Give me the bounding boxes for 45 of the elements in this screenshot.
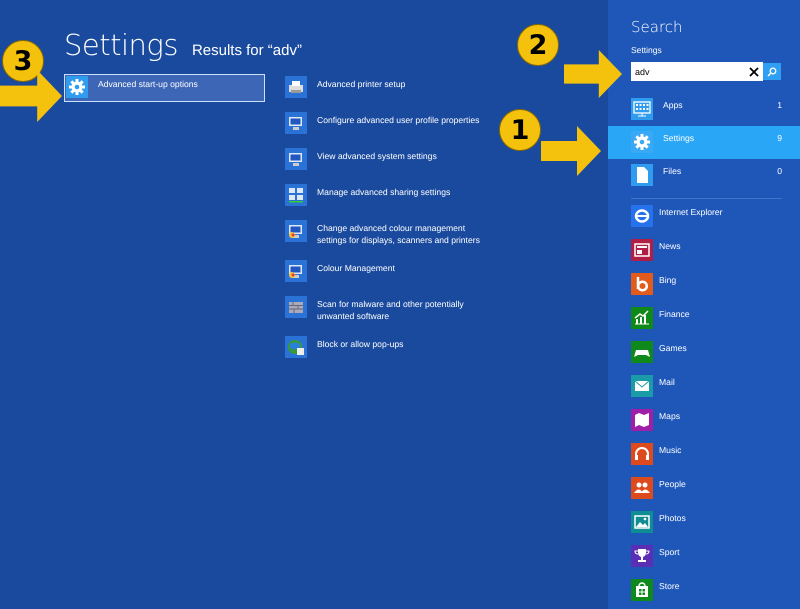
category-item[interactable]: Apps 1 xyxy=(608,93,800,126)
app-item[interactable]: People xyxy=(631,477,782,499)
app-item[interactable]: Sport xyxy=(631,545,782,567)
app-item[interactable]: Maps xyxy=(631,409,782,431)
category-item[interactable]: Files 0 xyxy=(608,159,800,192)
result-item[interactable]: Manage advanced sharing settings xyxy=(283,182,483,208)
app-item[interactable]: Finance xyxy=(631,307,782,329)
app-item[interactable]: Bing xyxy=(631,273,782,295)
colour-monitor-icon xyxy=(285,260,307,282)
result-item[interactable]: Colour Management xyxy=(283,258,483,284)
clear-icon[interactable] xyxy=(747,64,761,78)
arrow-icon xyxy=(541,126,601,176)
result-item[interactable]: Advanced start-up options xyxy=(64,74,265,102)
app-item[interactable]: Store xyxy=(631,579,782,601)
arrow-icon xyxy=(564,50,622,98)
app-item[interactable]: Mail xyxy=(631,375,782,397)
globe-icon xyxy=(285,336,307,358)
document-icon xyxy=(631,164,653,186)
arrow-icon xyxy=(0,70,62,122)
wall-icon xyxy=(285,296,307,318)
settings-icon xyxy=(66,76,88,98)
pane-title: Search xyxy=(631,18,684,36)
search-field[interactable]: adv xyxy=(631,62,763,81)
result-item[interactable]: Advanced printer setup xyxy=(283,74,483,100)
result-item[interactable]: Configure advanced user profile properties xyxy=(283,110,483,136)
monitor-icon xyxy=(285,148,307,170)
result-item[interactable]: Change advanced colour management settings for displays, scanners and printers xyxy=(283,218,483,248)
app-item[interactable]: Photos xyxy=(631,511,782,533)
search-icon xyxy=(767,66,777,76)
keyboard-icon xyxy=(631,98,653,120)
results-caption: Results for “adv” xyxy=(192,42,302,59)
settings-icon xyxy=(631,131,653,153)
app-item[interactable]: Games xyxy=(631,341,782,363)
app-item[interactable]: Internet Explorer xyxy=(631,205,782,227)
page-title: Settings xyxy=(64,28,178,62)
result-item[interactable]: Scan for malware and other potentially unwanted software xyxy=(283,294,483,324)
result-item[interactable]: View advanced system settings xyxy=(283,146,483,172)
app-item[interactable]: News xyxy=(631,239,782,261)
app-item[interactable]: Music xyxy=(631,443,782,465)
printer-icon xyxy=(285,76,307,98)
network-icon xyxy=(285,184,307,206)
monitor-icon xyxy=(285,112,307,134)
scope-label: Settings xyxy=(631,45,663,55)
colour-monitor-icon xyxy=(285,220,307,242)
result-item[interactable]: Block or allow pop-ups xyxy=(283,334,483,360)
